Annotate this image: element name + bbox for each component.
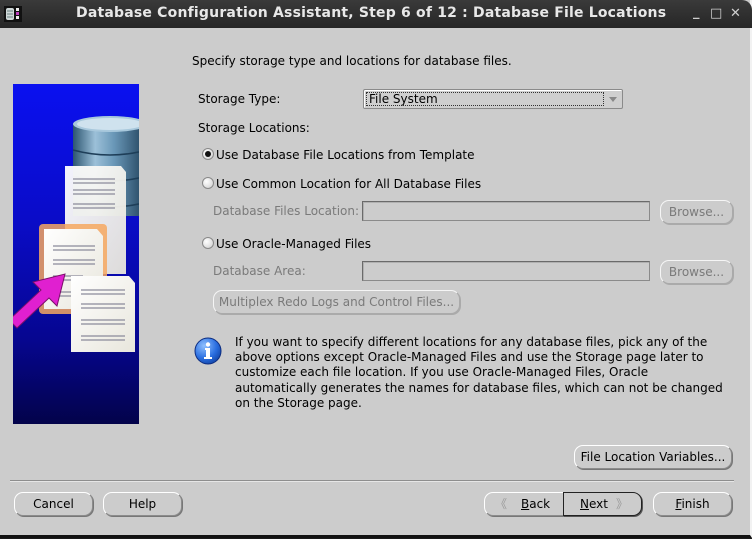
cancel-button[interactable]: Cancel — [14, 492, 93, 516]
database-files-location-label: Database Files Location: — [213, 204, 360, 218]
app-icon[interactable] — [4, 5, 22, 23]
help-button[interactable]: Help — [103, 492, 182, 516]
info-icon — [194, 337, 222, 365]
navigation-buttons: 《 Back Next 》 — [484, 492, 642, 516]
radio-label: Use Oracle-Managed Files — [216, 237, 372, 251]
window-title: Database Configuration Assistant, Step 6… — [76, 5, 667, 21]
radio-label: Use Common Location for All Database Fil… — [216, 177, 482, 191]
radio-button[interactable] — [202, 237, 214, 249]
back-mnemonic: B — [521, 497, 530, 511]
minimize-icon[interactable]: _ — [693, 5, 700, 20]
multiplex-redo-logs-button[interactable]: Multiplex Redo Logs and Control Files... — [213, 290, 460, 314]
maximize-icon[interactable]: □ — [710, 6, 722, 21]
finish-label: inish — [681, 497, 710, 511]
file-location-variables-button[interactable]: File Location Variables... — [574, 445, 732, 469]
title-bar[interactable]: Database Configuration Assistant, Step 6… — [0, 0, 752, 28]
chevron-left-icon: 《 — [495, 497, 508, 511]
storage-type-label: Storage Type: — [198, 92, 281, 106]
back-button[interactable]: 《 Back — [484, 492, 564, 516]
next-label: ext — [588, 497, 608, 511]
radio-oracle-managed[interactable]: Use Oracle-Managed Files — [202, 237, 371, 251]
intro-text: Specify storage type and locations for d… — [192, 54, 512, 68]
database-files-location-input[interactable] — [362, 201, 650, 221]
dialog-window: Database Configuration Assistant, Step 6… — [0, 0, 752, 538]
radio-button[interactable] — [202, 148, 214, 160]
back-label: ack — [529, 497, 551, 511]
next-button[interactable]: Next 》 — [563, 492, 642, 516]
chevron-right-icon: 》 — [616, 497, 629, 511]
browse-files-location-button[interactable]: Browse... — [660, 200, 733, 224]
radio-template-locations[interactable]: Use Database File Locations from Templat… — [202, 148, 475, 162]
next-mnemonic: N — [580, 497, 589, 511]
storage-locations-label: Storage Locations: — [198, 121, 310, 135]
arrow-icon — [13, 273, 66, 329]
close-icon[interactable]: ✕ — [730, 6, 741, 21]
database-area-label: Database Area: — [213, 264, 306, 278]
info-message: If you want to specify different locatio… — [235, 335, 723, 410]
footer-separator — [10, 480, 734, 482]
radio-button[interactable] — [202, 177, 214, 189]
finish-button[interactable]: Finish — [653, 492, 732, 516]
storage-type-value: File System — [366, 92, 604, 106]
radio-common-location[interactable]: Use Common Location for All Database Fil… — [202, 177, 481, 191]
document-icon — [71, 276, 135, 352]
chevron-down-icon — [609, 97, 617, 102]
storage-type-select[interactable]: File System — [363, 89, 623, 109]
database-area-input[interactable] — [362, 261, 650, 281]
wizard-illustration — [13, 84, 139, 424]
browse-database-area-button[interactable]: Browse... — [660, 260, 733, 284]
radio-label: Use Database File Locations from Templat… — [216, 148, 475, 162]
